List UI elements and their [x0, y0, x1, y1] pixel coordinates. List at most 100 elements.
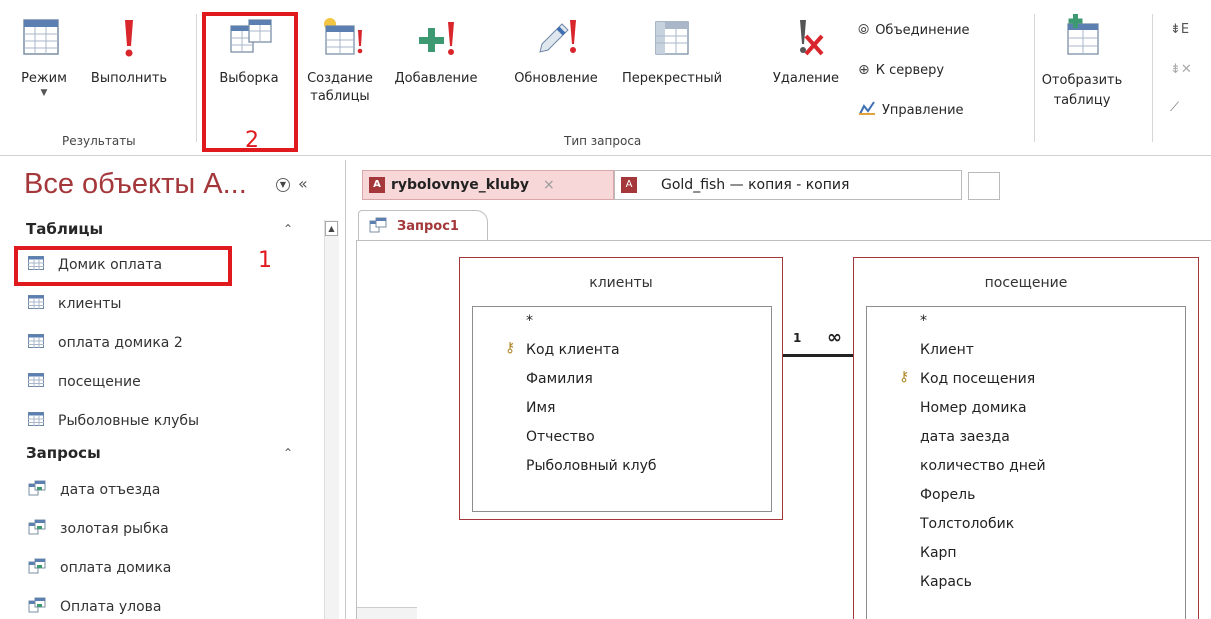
nav-item-label: Оплата улова	[60, 599, 162, 615]
table-icon	[28, 373, 44, 391]
nav-table-item[interactable]: посещение	[28, 373, 141, 391]
collapse-tables-icon[interactable]: ⌃	[283, 222, 293, 236]
nav-section-tables[interactable]: Таблицы	[26, 220, 103, 238]
close-icon[interactable]: ×	[543, 177, 555, 193]
primary-key-icon: ⚷	[505, 340, 516, 356]
field-item[interactable]: Форель	[920, 487, 975, 503]
union-button[interactable]: ⦾ Объединение	[858, 22, 970, 38]
append-label: Добавление	[394, 71, 478, 86]
query-icon	[28, 480, 46, 500]
show-table-label-line1: Отобразить	[1041, 73, 1123, 88]
field-list-visits[interactable]: посещение * Клиент Код посещения ⚷ Номер дом…	[853, 257, 1199, 619]
run-exclamation-icon	[99, 10, 159, 68]
insert-rows-icon[interactable]: ⇟E	[1170, 22, 1189, 37]
data-definition-icon	[858, 100, 876, 120]
primary-key-icon: ⚷	[899, 369, 910, 385]
datasheet-view-icon	[14, 10, 74, 68]
ribbon-bottom-border	[0, 155, 1211, 156]
show-table-label: Отобразить таблицу	[1042, 74, 1123, 108]
mode-button[interactable]: Режим ▼	[14, 10, 74, 98]
field-item[interactable]: Номер домика	[920, 400, 1027, 416]
show-table-label-line2: таблицу	[1053, 93, 1111, 108]
field-item[interactable]: Клиент	[920, 342, 974, 358]
nav-title[interactable]: Все объекты А...	[24, 168, 247, 201]
field-item[interactable]: Имя	[526, 400, 555, 416]
update-button[interactable]: Обновление	[508, 10, 604, 88]
nav-menu-chevron-icon[interactable]: ▼	[276, 178, 290, 192]
union-label: Объединение	[875, 22, 970, 38]
field-item[interactable]: Отчество	[526, 429, 595, 445]
navigation-pane: Все объекты А... ▼ « Таблицы ⌃ Домик опл…	[0, 160, 346, 619]
crosstab-button[interactable]: Перекрестный	[618, 10, 726, 88]
passthrough-label: К серверу	[875, 62, 945, 78]
table-title-clients: клиенты	[589, 275, 653, 291]
field-item[interactable]: Толстолобик	[920, 516, 1014, 532]
shutter-bar-close-icon[interactable]: «	[298, 174, 308, 193]
nav-table-item[interactable]: Рыболовные клубы	[28, 412, 199, 430]
field-list-clients[interactable]: клиенты * Код клиента ⚷ Фамилия Имя Отчество Р…	[459, 257, 783, 520]
field-item[interactable]: Рыболовный клуб	[526, 458, 657, 474]
field-item[interactable]: *	[920, 313, 927, 329]
mode-label: Режим	[21, 71, 67, 86]
ribbon: Режим ▼ Выполнить Выборка Создание табли…	[0, 0, 1211, 158]
group-title-results: Результаты	[62, 134, 136, 148]
nav-item-label: дата отъезда	[60, 482, 161, 498]
nav-query-item[interactable]: золотая рыбка	[28, 519, 169, 539]
field-item[interactable]: Фамилия	[526, 371, 593, 387]
nav-item-label: оплата домика 2	[58, 335, 183, 351]
field-item[interactable]: дата заезда	[920, 429, 1010, 445]
new-tab-button[interactable]	[968, 172, 1000, 200]
nav-query-item[interactable]: дата отъезда	[28, 480, 160, 500]
annotation-box-1	[14, 246, 232, 286]
query-tab[interactable]: Запрос1	[358, 210, 488, 242]
nav-table-item[interactable]: оплата домика 2	[28, 334, 183, 352]
builder-icon[interactable]: ⟋	[1170, 100, 1179, 115]
globe-icon: ⊕	[858, 62, 870, 78]
relationship-line[interactable]	[783, 354, 853, 357]
nav-section-queries[interactable]: Запросы	[26, 444, 101, 462]
field-item[interactable]: Код клиента	[526, 342, 620, 358]
group-title-query-type: Тип запроса	[564, 134, 642, 148]
append-plus-icon	[406, 10, 466, 68]
field-item[interactable]: *	[526, 313, 533, 329]
data-definition-label: Управление	[882, 102, 964, 118]
make-table-button[interactable]: Создание таблицы	[298, 10, 382, 104]
field-list-box: * Код клиента ⚷ Фамилия Имя Отчество Рыболовны…	[472, 306, 772, 512]
collapse-queries-icon[interactable]: ⌃	[283, 446, 293, 460]
ribbon-separator	[1152, 14, 1153, 142]
design-scrollbar[interactable]	[357, 607, 417, 619]
crosstab-table-icon	[642, 10, 702, 68]
annotation-number-2: 2	[245, 128, 259, 153]
run-button[interactable]: Выполнить	[84, 10, 174, 88]
passthrough-button[interactable]: ⊕ К серверу	[858, 62, 944, 78]
query-icon	[369, 217, 387, 237]
delete-button[interactable]: Удаление	[764, 10, 848, 88]
field-item[interactable]: количество дней	[920, 458, 1046, 474]
doc-tab-rybolovnye[interactable]: A rybolovnye_kluby ×	[362, 170, 614, 200]
field-item[interactable]: Код посещения	[920, 371, 1035, 387]
ribbon-separator	[196, 14, 197, 142]
annotation-number-1: 1	[258, 248, 272, 273]
scroll-up-icon[interactable]: ▲	[325, 221, 338, 236]
nav-query-item[interactable]: оплата домика	[28, 558, 171, 578]
data-definition-button[interactable]: Управление	[858, 100, 964, 120]
chevron-down-icon[interactable]: ▼	[41, 88, 48, 98]
nav-query-item[interactable]: Оплата улова	[28, 597, 162, 617]
table-icon	[28, 295, 44, 313]
query-design-surface[interactable]: клиенты * Код клиента ⚷ Фамилия Имя Отчество Р…	[356, 240, 1211, 619]
nav-table-item[interactable]: клиенты	[28, 295, 121, 313]
field-item[interactable]: Карп	[920, 545, 957, 561]
query-tab-label: Запрос1	[397, 219, 459, 234]
field-item[interactable]: Карась	[920, 574, 972, 590]
table-title-visits: посещение	[984, 275, 1068, 291]
nav-scrollbar[interactable]: ▲	[324, 220, 339, 619]
relationship-many-label: ∞	[827, 327, 842, 348]
nav-item-label: клиенты	[58, 296, 122, 312]
show-table-button[interactable]: Отобразить таблицу	[1042, 10, 1122, 108]
doc-tab-gold-fish[interactable]: A Gold_fish — копия - копия	[614, 170, 962, 200]
make-table-icon	[310, 10, 370, 68]
make-table-label-line2: таблицы	[310, 89, 370, 104]
append-button[interactable]: Добавление	[388, 10, 484, 88]
delete-rows-icon[interactable]: ⇟✕	[1170, 62, 1192, 77]
union-icon: ⦾	[858, 22, 870, 38]
